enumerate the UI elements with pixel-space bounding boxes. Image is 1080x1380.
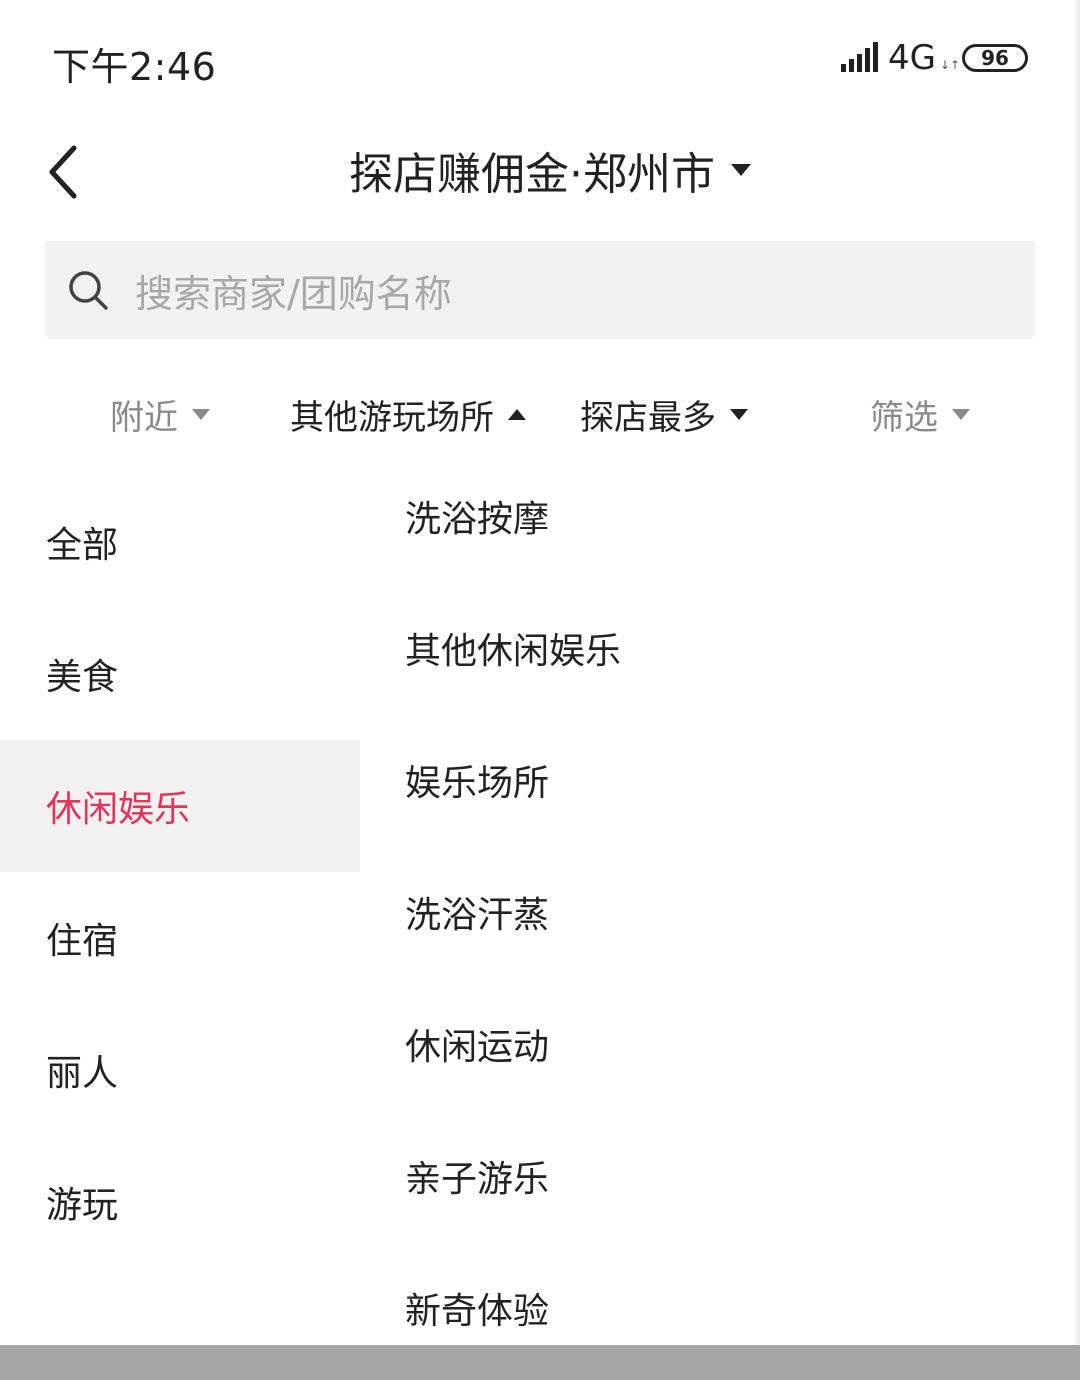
subcategory-item-label: 新奇体验 [405, 1291, 550, 1332]
subcategory-item-label: 洗浴汗蒸 [405, 895, 550, 936]
subcategory-item[interactable]: 休闲运动 [405, 978, 1045, 1110]
city-selector[interactable]: 探店赚佣金·郑州市 [0, 120, 1080, 220]
category-item-label: 丽人 [46, 1053, 119, 1094]
category-item-travel[interactable]: 游玩 [0, 1136, 360, 1268]
subcategory-item[interactable]: 洗浴汗蒸 [405, 846, 1045, 978]
subcategory-item[interactable]: 其他休闲娱乐 [405, 582, 1045, 714]
category-item-all[interactable]: 全部 [0, 476, 360, 608]
category-item-label: 住宿 [46, 921, 119, 962]
category-item-label: 美食 [46, 657, 119, 698]
caret-down-icon [952, 408, 970, 420]
subcategory-item-label: 娱乐场所 [405, 763, 550, 804]
edge-shadow [1074, 0, 1080, 1345]
caret-up-icon [508, 408, 526, 420]
subcategory-list: 洗浴按摩 其他休闲娱乐 娱乐场所 洗浴汗蒸 休闲运动 亲子游乐 新奇体验 [405, 450, 1045, 1374]
category-item-beauty[interactable]: 丽人 [0, 1004, 360, 1136]
subcategory-item-label: 洗浴按摩 [405, 499, 550, 540]
network-arrows-icon: ↓↑ [940, 58, 961, 72]
caret-down-icon [730, 408, 748, 420]
category-item-leisure[interactable]: 休闲娱乐 [0, 740, 360, 872]
bottom-overlay [0, 1345, 1080, 1380]
network-type: 4G [888, 38, 936, 78]
status-bar: 下午2:46 4G ↓↑ 96 [0, 0, 1080, 120]
filter-category[interactable]: 其他游玩场所 [290, 378, 526, 450]
filter-nearby[interactable]: 附近 [110, 378, 210, 450]
category-item-label: 全部 [46, 525, 119, 566]
filter-category-label: 其他游玩场所 [290, 397, 494, 438]
search-icon [69, 271, 108, 310]
screen: 下午2:46 4G ↓↑ 96 探店赚佣金·郑州市 搜索商家/团购名称 附近 其… [0, 0, 1080, 1380]
filter-sort[interactable]: 探店最多 [580, 378, 748, 450]
subcategory-item-label: 休闲运动 [405, 1027, 550, 1068]
filter-nearby-label: 附近 [110, 397, 178, 438]
search-input[interactable]: 搜索商家/团购名称 [45, 241, 1035, 339]
signal-icon [841, 42, 878, 72]
subcategory-item[interactable]: 洗浴按摩 [405, 450, 1045, 582]
filter-bar: 附近 其他游玩场所 探店最多 筛选 [0, 378, 1080, 450]
status-time: 下午2:46 [52, 45, 217, 89]
filter-screen-label: 筛选 [870, 397, 938, 438]
search-placeholder: 搜索商家/团购名称 [135, 271, 452, 316]
category-list: 全部 美食 休闲娱乐 住宿 丽人 游玩 [0, 476, 360, 1268]
category-item-label: 游玩 [46, 1185, 119, 1226]
category-item-food[interactable]: 美食 [0, 608, 360, 740]
subcategory-item[interactable]: 亲子游乐 [405, 1110, 1045, 1242]
battery-icon: 96 [962, 44, 1028, 72]
battery-level: 96 [981, 46, 1009, 70]
caret-down-icon [192, 408, 210, 420]
category-item-label: 休闲娱乐 [46, 789, 191, 830]
subcategory-item-label: 其他休闲娱乐 [405, 631, 622, 672]
subcategory-item[interactable]: 娱乐场所 [405, 714, 1045, 846]
caret-down-icon [731, 164, 751, 176]
category-item-hotel[interactable]: 住宿 [0, 872, 360, 1004]
page-title: 探店赚佣金·郑州市 [349, 149, 715, 200]
filter-sort-label: 探店最多 [580, 397, 716, 438]
filter-screen[interactable]: 筛选 [870, 378, 970, 450]
subcategory-item-label: 亲子游乐 [405, 1159, 550, 1200]
header: 探店赚佣金·郑州市 [0, 120, 1080, 220]
